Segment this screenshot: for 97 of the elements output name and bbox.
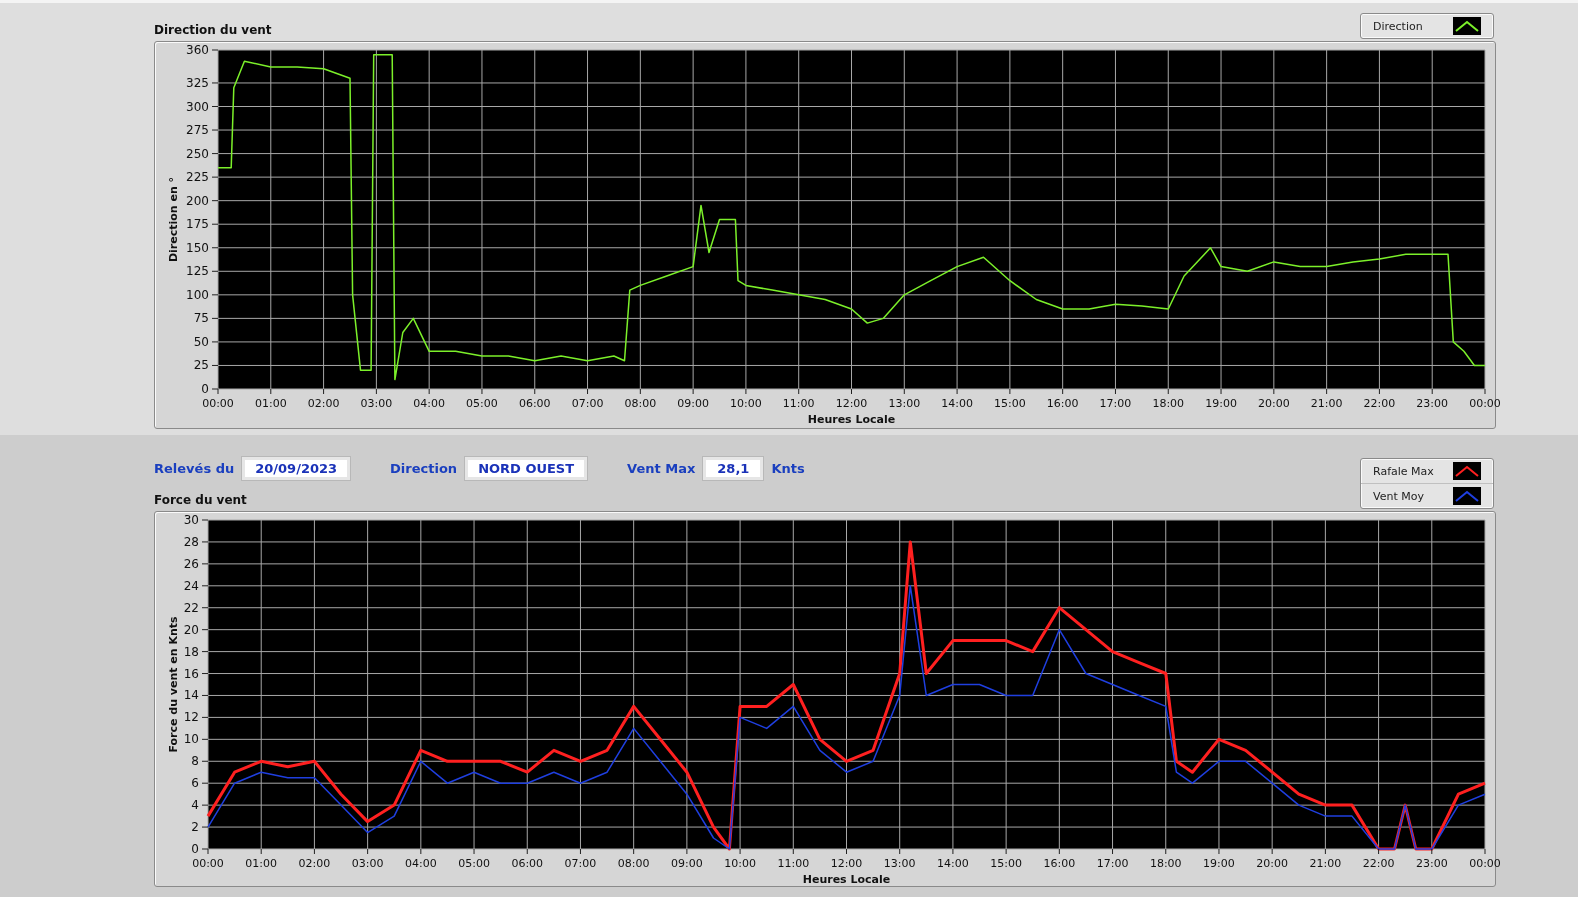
tick-label: 175 [186, 217, 209, 232]
tick-label: 07:00 [564, 857, 597, 870]
tick-label: 22:00 [1363, 397, 1396, 410]
tick-label: 04:00 [405, 857, 437, 870]
tick-label: 12:00 [835, 397, 868, 410]
legend-label: Rafale Max [1373, 464, 1435, 478]
tick-label: 2 [191, 820, 199, 835]
chart-title: Direction du vent [154, 23, 272, 37]
tick-label: 22 [183, 600, 199, 615]
axis-title: Heures Locale [807, 413, 896, 426]
tick-label: 18 [183, 644, 199, 659]
tick-label: 22:00 [1362, 857, 1395, 870]
tick-label: 17:00 [1099, 397, 1132, 410]
tick-label: 02:00 [307, 397, 340, 410]
tick-label: 14:00 [941, 397, 973, 410]
tick-label: 11:00 [777, 857, 810, 870]
tick-label: 00:00 [1469, 857, 1501, 870]
tick-label: 09:00 [677, 397, 709, 410]
legend-label: Vent Moy [1373, 489, 1425, 503]
tick-label: 13:00 [883, 857, 916, 870]
tick-label: 00:00 [192, 857, 224, 870]
tick-label: 09:00 [671, 857, 703, 870]
tick-label: 26 [183, 556, 199, 571]
tick-label: 325 [186, 75, 209, 90]
tick-label: 24 [183, 578, 199, 593]
chart-title: Force du vent [154, 493, 248, 507]
tick-label: 21:00 [1310, 397, 1343, 410]
unit-label: Knts [771, 460, 805, 476]
tick-label: 06:00 [511, 857, 544, 870]
tick-label: 23:00 [1416, 397, 1449, 410]
tick-label: 20:00 [1256, 857, 1288, 870]
tick-label: 20 [183, 622, 199, 637]
tick-label: 0 [191, 842, 199, 856]
tick-label: 125 [186, 264, 209, 279]
tick-label: 20:00 [1258, 397, 1290, 410]
axis-title: Force du vent en Knts [167, 616, 180, 753]
tick-label: 17:00 [1096, 857, 1129, 870]
field-label: Vent Max [627, 460, 696, 476]
tick-label: 03:00 [351, 857, 384, 870]
tick-label: 25 [193, 358, 209, 373]
tick-label: 04:00 [413, 397, 445, 410]
axis-title: Heures Locale [802, 873, 891, 886]
tick-label: 75 [193, 311, 209, 326]
tick-label: 50 [193, 334, 209, 349]
tick-label: 14:00 [937, 857, 969, 870]
tick-label: 23:00 [1415, 857, 1448, 870]
tick-label: 0 [201, 382, 209, 396]
tick-label: 6 [191, 776, 199, 791]
tick-label: 200 [186, 193, 209, 208]
legend-label: Direction [1373, 19, 1424, 33]
tick-label: 07:00 [571, 397, 604, 410]
tick-label: 250 [186, 146, 209, 161]
tick-label: 225 [186, 170, 209, 185]
tick-label: 21:00 [1309, 857, 1342, 870]
field-label: Direction [390, 460, 458, 476]
tick-label: 03:00 [360, 397, 393, 410]
tick-label: 300 [186, 99, 209, 114]
tick-label: 01:00 [254, 397, 287, 410]
tick-label: 19:00 [1203, 857, 1235, 870]
tick-label: 18:00 [1149, 857, 1182, 870]
tick-label: 00:00 [1469, 397, 1501, 410]
tick-label: 05:00 [458, 857, 490, 870]
tick-label: 08:00 [617, 857, 650, 870]
tick-label: 08:00 [624, 397, 657, 410]
tick-label: 28 [183, 534, 199, 549]
tick-label: 16:00 [1046, 397, 1079, 410]
tick-label: 360 [186, 43, 209, 57]
tick-label: 275 [186, 123, 209, 138]
tick-label: 8 [191, 754, 199, 769]
tick-label: 30 [183, 513, 199, 527]
value-field: 20/09/2023 [242, 456, 351, 480]
tick-label: 15:00 [994, 397, 1026, 410]
tick-label: 100 [186, 287, 209, 302]
axis-title: Direction en ° [167, 176, 180, 263]
tick-label: 150 [186, 240, 209, 255]
tick-label: 00:00 [202, 397, 234, 410]
tick-label: 05:00 [466, 397, 498, 410]
tick-label: 19:00 [1205, 397, 1237, 410]
tick-label: 10 [183, 732, 199, 747]
tick-label: 10:00 [724, 857, 756, 870]
tick-label: 16 [183, 666, 199, 681]
tick-label: 12:00 [830, 857, 863, 870]
field-label: Relevés du [154, 460, 235, 476]
tick-label: 10:00 [730, 397, 762, 410]
tick-label: 15:00 [990, 857, 1022, 870]
value-field: 28,1 [703, 456, 764, 480]
tick-label: 14 [183, 688, 199, 703]
tick-label: 02:00 [298, 857, 331, 870]
tick-label: 16:00 [1043, 857, 1076, 870]
tick-label: 06:00 [518, 397, 551, 410]
value-field: NORD OUEST [465, 456, 588, 480]
tick-label: 01:00 [245, 857, 278, 870]
tick-label: 11:00 [782, 397, 815, 410]
tick-label: 13:00 [888, 397, 921, 410]
tick-label: 4 [191, 798, 199, 813]
tick-label: 18:00 [1152, 397, 1185, 410]
tick-label: 12 [183, 710, 199, 725]
